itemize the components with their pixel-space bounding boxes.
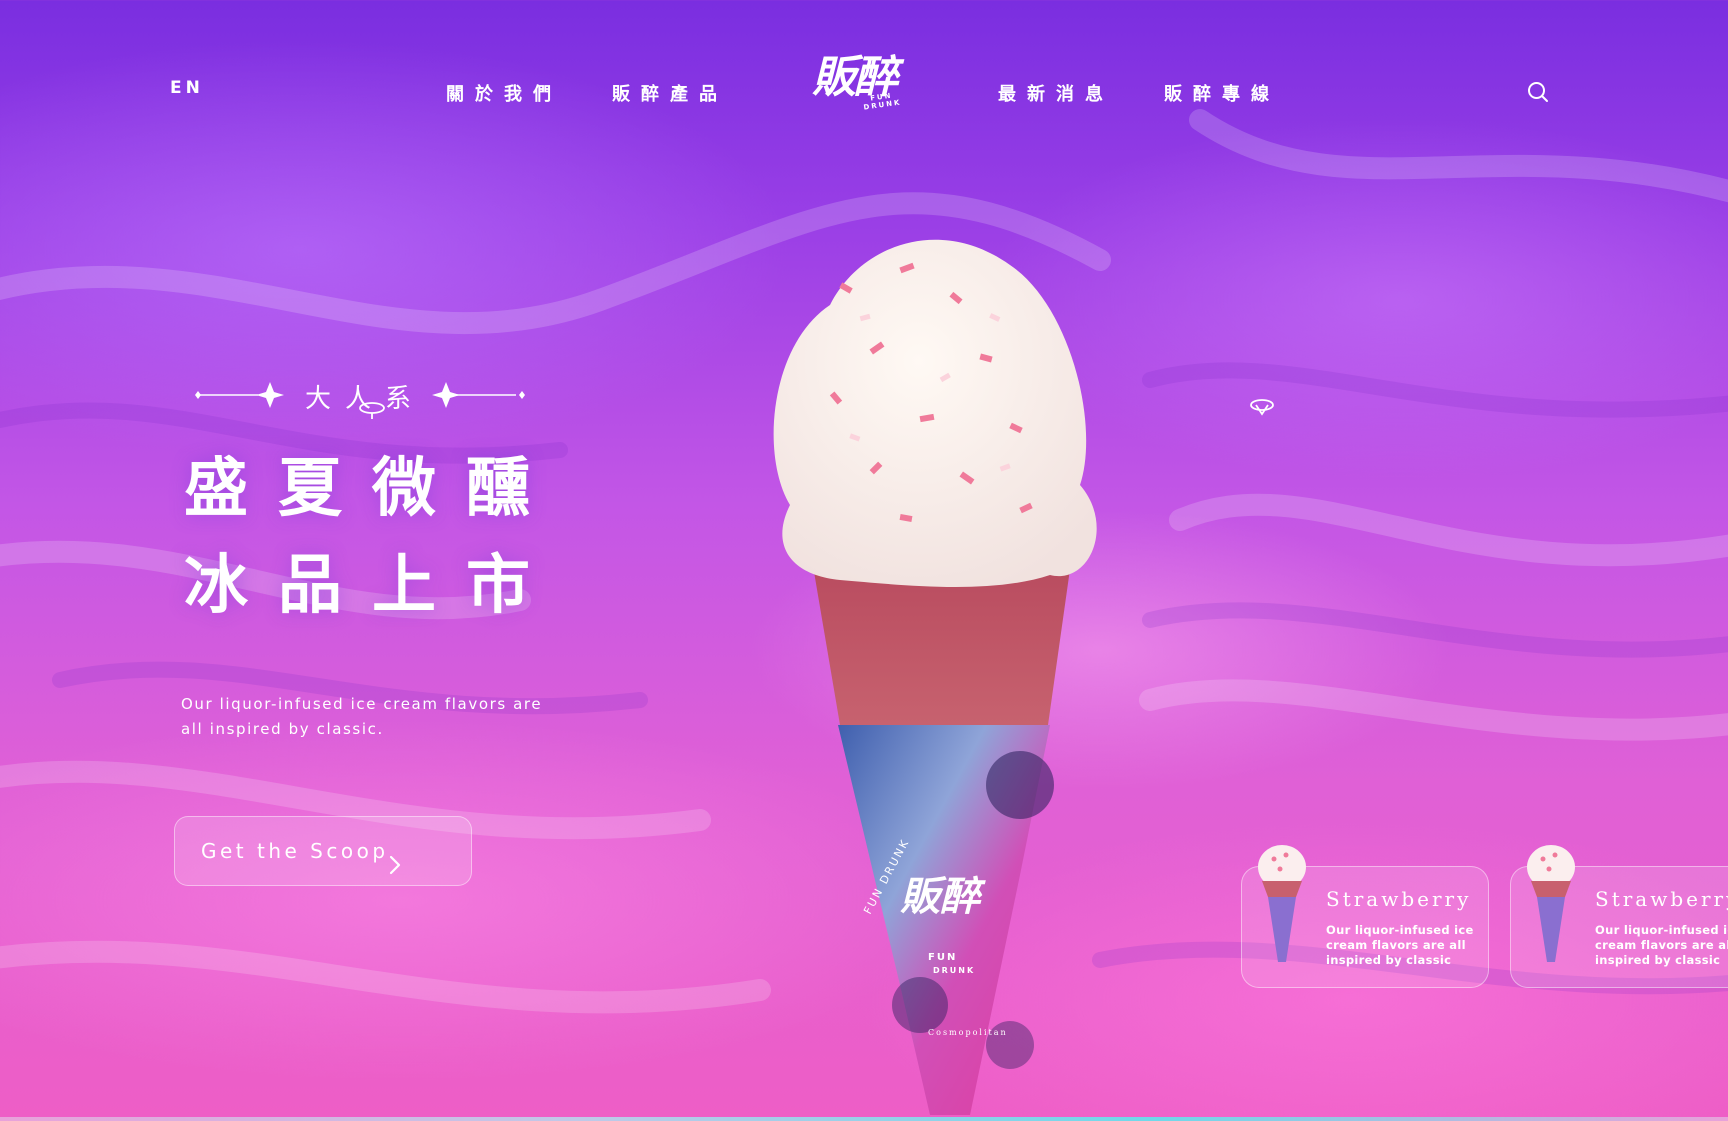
svg-text:DRUNK: DRUNK <box>933 966 975 975</box>
logo-sub-line2: DRUNK <box>862 98 902 112</box>
tagline-text: 大人系 <box>305 384 426 414</box>
svg-text:FUN: FUN <box>928 952 957 963</box>
product-title: Strawberry <box>1595 887 1728 911</box>
nav-products[interactable]: 販醉產品 <box>612 80 728 106</box>
chevron-right-icon <box>389 855 401 875</box>
nav-hotline[interactable]: 販醉專線 <box>1164 80 1280 106</box>
get-the-scoop-button[interactable]: Get the Scoop <box>174 816 472 886</box>
sparkle-icon <box>1250 399 1274 416</box>
ice-cream-cone-image: 販醉 FUN DRUNK Cosmopolitan FUN DRUNK <box>773 239 1097 1115</box>
headline-line-1: 盛夏微醺 <box>184 451 560 526</box>
product-thumbnail <box>1527 845 1575 962</box>
product-card[interactable]: Strawberry Our liquor-infused ice cream … <box>1241 845 1489 988</box>
hero-description: Our liquor-infused ice cream flavors are… <box>181 695 543 738</box>
bottom-divider <box>0 1117 1728 1121</box>
site-header: EN 關於我們 販醉產品 販醉 FUN DRUNK 最新消息 販醉專線 <box>0 0 1728 180</box>
language-switch[interactable]: EN <box>170 78 204 98</box>
svg-text:販醉: 販醉 <box>900 873 986 920</box>
product-thumbnail <box>1258 845 1306 962</box>
nav-about[interactable]: 關於我們 <box>446 80 562 106</box>
product-description: Our liquor-infused ice cream flavors are… <box>1595 923 1728 967</box>
hero-tagline: 大人系 <box>190 372 530 422</box>
cta-label: Get the Scoop <box>201 839 389 863</box>
product-description: Our liquor-infused ice cream flavors are… <box>1326 923 1474 967</box>
site-logo[interactable]: 販醉 FUN DRUNK <box>812 56 922 120</box>
hero-headline: 盛夏微醺 冰品上市 <box>184 440 560 634</box>
search-icon[interactable] <box>1526 80 1550 104</box>
nav-news[interactable]: 最新消息 <box>998 80 1114 106</box>
product-card[interactable]: Strawberry Our liquor-infused ice cream … <box>1510 845 1728 988</box>
product-title: Strawberry <box>1326 887 1472 911</box>
svg-text:Cosmopolitan: Cosmopolitan <box>928 1028 1008 1037</box>
headline-line-2: 冰品上市 <box>184 548 560 623</box>
